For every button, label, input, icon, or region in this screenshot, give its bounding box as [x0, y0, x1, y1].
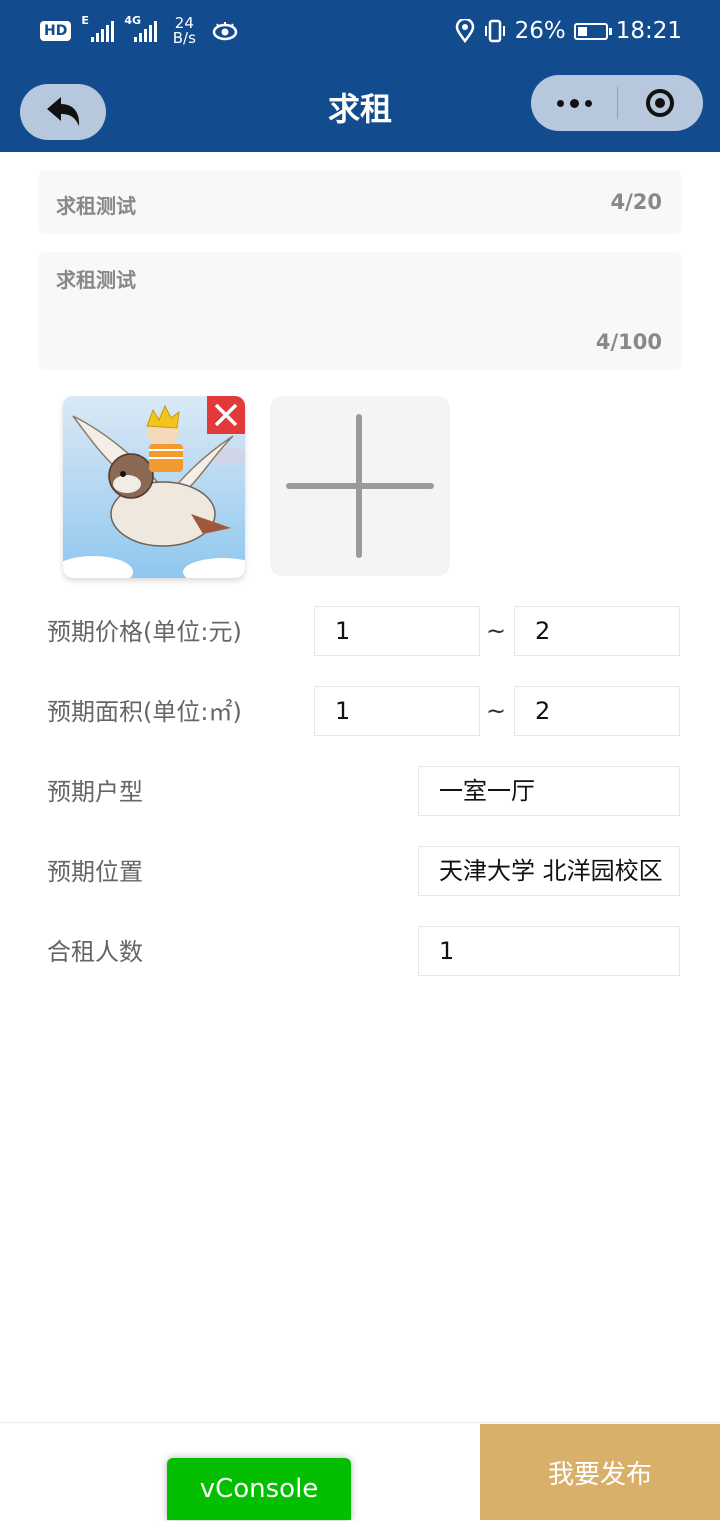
clock: 18:21 — [615, 18, 682, 44]
layout-picker[interactable]: 一室一厅 — [418, 766, 680, 816]
more-dot-icon — [584, 99, 592, 107]
title-input[interactable]: 求租测试 4/20 — [38, 170, 682, 234]
title-char-count: 4/20 — [610, 190, 662, 214]
network-type-label-4g: 4G — [124, 14, 142, 27]
price-min-input[interactable]: 1 — [314, 606, 480, 656]
location-icon — [455, 19, 474, 43]
description-char-count: 4/100 — [595, 330, 662, 354]
hd-icon: HD — [40, 21, 72, 41]
eye-icon — [213, 22, 238, 41]
area-label: 预期面积(单位:㎡) — [47, 698, 242, 726]
plus-icon — [286, 483, 434, 489]
target-icon — [646, 89, 674, 117]
speed-unit: B/s — [172, 29, 196, 47]
uploaded-photo[interactable] — [63, 396, 245, 578]
location-picker[interactable]: 天津大学 北洋园校区 — [418, 846, 680, 896]
network-type-label: E — [81, 14, 89, 27]
more-dot-icon — [556, 99, 564, 107]
battery-percent: 26% — [514, 18, 566, 44]
signal-icon: E — [81, 14, 115, 42]
publish-button[interactable]: 我要发布 — [480, 1424, 720, 1520]
signal-icon-4g: 4G — [124, 14, 158, 42]
price-max-input[interactable]: 2 — [514, 606, 680, 656]
price-label: 预期价格(单位:元) — [47, 618, 242, 646]
battery-icon — [573, 22, 612, 40]
more-button[interactable] — [531, 75, 617, 131]
vibrate-icon — [484, 19, 505, 43]
roommates-label: 合租人数 — [47, 938, 143, 966]
status-right: 26% 18:21 — [455, 14, 682, 48]
location-label: 预期位置 — [47, 858, 143, 886]
network-speed: 24 B/s — [167, 16, 201, 46]
roommates-input[interactable]: 1 — [418, 926, 680, 976]
add-photo-button[interactable] — [270, 396, 450, 576]
close-icon — [214, 403, 238, 427]
status-bar: HD E 4G 24 B/s 26% 18:21 — [0, 0, 720, 62]
status-left: HD E 4G 24 B/s — [40, 14, 239, 48]
close-mini-program-button[interactable] — [617, 75, 703, 131]
back-arrow-icon — [47, 97, 80, 126]
delete-photo-button[interactable] — [207, 396, 245, 434]
layout-label: 预期户型 — [47, 778, 143, 806]
title-input-value: 求租测试 — [56, 194, 136, 218]
area-range-separator: ~ — [486, 697, 507, 725]
mini-program-capsule — [531, 75, 703, 131]
area-max-input[interactable]: 2 — [514, 686, 680, 736]
price-range-separator: ~ — [486, 617, 507, 645]
more-dot-icon — [569, 98, 579, 108]
vconsole-button[interactable]: vConsole — [167, 1458, 351, 1520]
description-value: 求租测试 — [56, 268, 136, 292]
description-textarea[interactable]: 求租测试 4/100 — [38, 252, 682, 370]
area-min-input[interactable]: 1 — [314, 686, 480, 736]
header-bar: HD E 4G 24 B/s 26% 18:21 求租 — [0, 0, 720, 152]
back-button[interactable] — [20, 84, 106, 140]
